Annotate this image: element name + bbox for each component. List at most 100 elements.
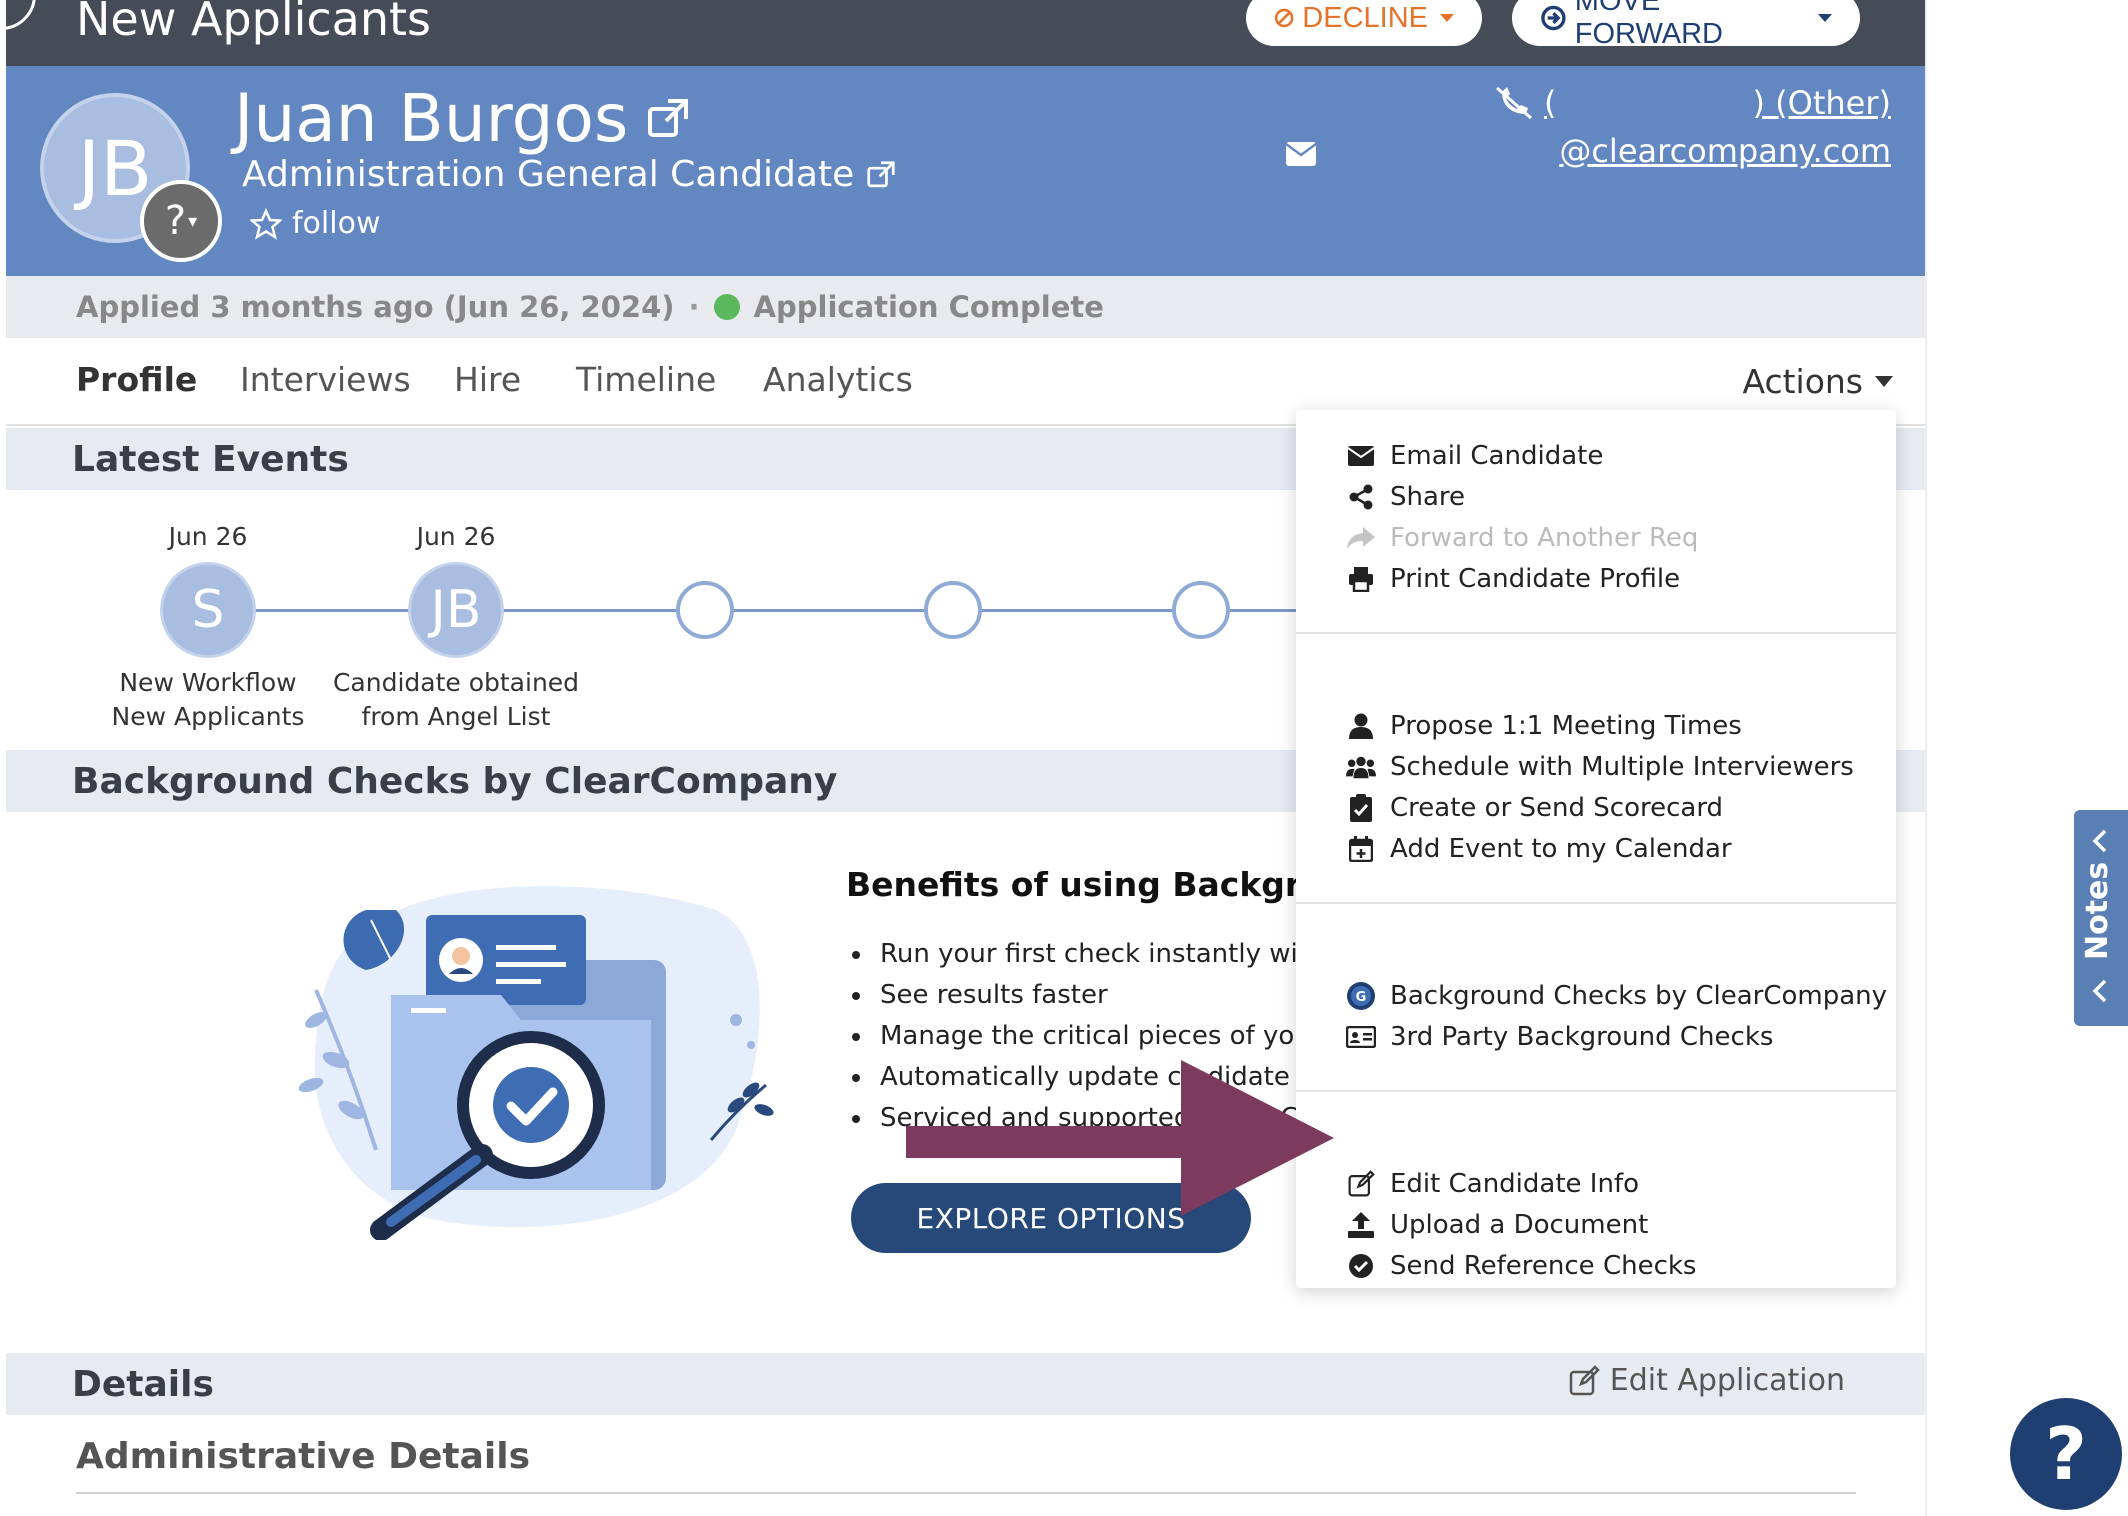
move-forward-label: MOVE FORWARD xyxy=(1574,0,1723,50)
menu-item-label: Email Candidate xyxy=(1390,441,1604,471)
event-label-line2: New Applicants xyxy=(111,702,305,731)
check-circle-icon xyxy=(1346,1251,1376,1281)
menu-item-scorecard[interactable]: Create or Send Scorecard xyxy=(1346,788,1723,828)
status-dot xyxy=(713,294,740,320)
clipboard-check-icon xyxy=(1346,793,1376,823)
events-timeline: Jun 26 S New Workflow New Applicants Jun… xyxy=(6,488,1306,748)
share-icon xyxy=(1346,482,1376,512)
user-icon xyxy=(1346,711,1376,741)
back-button[interactable] xyxy=(0,0,36,30)
latest-events-title: Latest Events xyxy=(72,438,349,480)
event-label-line1: Candidate obtained xyxy=(332,668,580,697)
menu-item-label: Add Event to my Calendar xyxy=(1390,834,1732,864)
edit-application-button[interactable]: Edit Application xyxy=(1568,1363,1845,1398)
application-status-strip: Applied 3 months ago (Jun 26, 2024) · Ap… xyxy=(6,276,1925,338)
menu-item-label: Create or Send Scorecard xyxy=(1390,793,1724,823)
edit-application-label: Edit Application xyxy=(1609,1363,1845,1398)
candidate-role[interactable]: Administration General Candidate xyxy=(242,154,896,195)
stage-title: New Applicants xyxy=(76,0,432,46)
phone-prefix: ( xyxy=(1544,84,1557,122)
actions-dropdown-toggle[interactable]: Actions xyxy=(1742,362,1893,401)
follow-button[interactable]: follow xyxy=(250,206,380,241)
notes-label: Notes xyxy=(2080,861,2115,960)
details-header: Details Edit Application xyxy=(6,1353,1925,1415)
menu-item-email-candidate[interactable]: Email Candidate xyxy=(1346,436,1603,476)
menu-item-add-calendar[interactable]: Add Event to my Calendar xyxy=(1346,829,1732,869)
menu-item-share[interactable]: Share xyxy=(1346,477,1465,517)
actions-menu: Email Candidate Share Forward to Another… xyxy=(1296,410,1896,1288)
avatar-badge-label: ? xyxy=(164,198,187,244)
edit-icon xyxy=(1569,1364,1600,1395)
applied-date: Applied 3 months ago (Jun 26, 2024) xyxy=(76,290,675,324)
candidate-phone[interactable]: ( ) (Other) xyxy=(1494,84,1891,122)
upload-icon xyxy=(1346,1210,1376,1240)
application-status: Application Complete xyxy=(753,290,1104,324)
menu-item-label: Forward to Another Req xyxy=(1390,523,1699,553)
details-title: Details xyxy=(72,1363,214,1405)
chevron-left-icon xyxy=(2092,979,2107,1003)
menu-item-schedule-multiple[interactable]: Schedule with Multiple Interviewers xyxy=(1346,747,1854,787)
administrative-details-title: Administrative Details xyxy=(76,1436,531,1477)
chevron-down-icon xyxy=(1818,14,1832,22)
tab-analytics[interactable]: Analytics xyxy=(763,360,913,399)
event-label-line1: New Workflow xyxy=(119,668,297,697)
menu-item-label: Propose 1:1 Meeting Times xyxy=(1390,711,1742,741)
decline-button[interactable]: DECLINE xyxy=(1246,0,1482,46)
menu-divider xyxy=(1296,632,1896,634)
event-empty-node xyxy=(1172,581,1230,639)
avatar-status-dropdown[interactable]: ? ▾ xyxy=(140,180,222,262)
tab-hire[interactable]: Hire xyxy=(454,360,521,399)
menu-item-label: Background Checks by ClearCompany xyxy=(1390,981,1888,1011)
event-empty-node xyxy=(924,581,982,639)
candidate-name[interactable]: Juan Burgos xyxy=(234,80,690,157)
id-card-icon xyxy=(1346,1022,1376,1052)
phone-slash-icon xyxy=(1496,86,1533,120)
chevron-left-icon xyxy=(2092,829,2107,853)
move-forward-button[interactable]: MOVE FORWARD xyxy=(1512,0,1860,50)
external-link-icon xyxy=(867,160,895,187)
menu-item-label: Print Candidate Profile xyxy=(1390,564,1681,594)
menu-item-label: 3rd Party Background Checks xyxy=(1390,1022,1774,1052)
divider xyxy=(76,1492,1856,1494)
menu-item-print-profile[interactable]: Print Candidate Profile xyxy=(1346,559,1680,599)
menu-item-upload-document[interactable]: Upload a Document xyxy=(1346,1205,1648,1245)
candidate-header: JB ? ▾ Juan Burgos Administration General… xyxy=(6,66,1925,276)
top-bar: New Applicants DECLINE MOVE FORWARD xyxy=(0,0,1925,66)
event-empty-node xyxy=(676,581,734,639)
notes-side-tab[interactable]: Notes xyxy=(2074,810,2128,1026)
event-date: Jun 26 xyxy=(416,522,496,551)
menu-item-label: Upload a Document xyxy=(1390,1210,1649,1240)
clearcompany-logo-icon: G xyxy=(1346,981,1376,1011)
envelope-icon[interactable] xyxy=(1285,142,1317,171)
tab-profile[interactable]: Profile xyxy=(76,360,197,399)
candidate-name-text: Juan Burgos xyxy=(234,80,629,157)
menu-item-label: Share xyxy=(1390,482,1466,512)
star-icon xyxy=(250,207,282,240)
external-link-icon xyxy=(648,98,689,137)
event-label: Candidate obtained from Angel List xyxy=(326,666,586,734)
help-button[interactable]: ? xyxy=(2010,1398,2122,1510)
svg-text:G: G xyxy=(1356,990,1367,1005)
menu-divider xyxy=(1296,1090,1896,1092)
edit-icon xyxy=(1346,1169,1376,1199)
menu-divider xyxy=(1296,902,1896,904)
calendar-plus-icon xyxy=(1346,834,1376,864)
event-date: Jun 26 xyxy=(168,522,248,551)
menu-item-label: Edit Candidate Info xyxy=(1390,1169,1640,1199)
arrow-circle-right-icon xyxy=(1541,5,1566,31)
tab-interviews[interactable]: Interviews xyxy=(240,360,411,399)
menu-item-edit-candidate[interactable]: Edit Candidate Info xyxy=(1346,1164,1639,1204)
envelope-icon xyxy=(1346,441,1376,471)
users-icon xyxy=(1346,752,1376,782)
follow-label: follow xyxy=(292,206,381,241)
menu-item-propose-meeting[interactable]: Propose 1:1 Meeting Times xyxy=(1346,706,1742,746)
print-icon xyxy=(1346,564,1376,594)
actions-label: Actions xyxy=(1742,362,1863,401)
menu-item-3rd-party-background[interactable]: 3rd Party Background Checks xyxy=(1346,1017,1773,1057)
menu-item-clearcompany-background[interactable]: G Background Checks by ClearCompany xyxy=(1346,976,1887,1016)
candidate-email[interactable]: @clearcompany.com xyxy=(1559,132,1891,170)
menu-item-reference-checks[interactable]: Send Reference Checks xyxy=(1346,1246,1696,1286)
tab-timeline[interactable]: Timeline xyxy=(576,360,716,399)
event-node[interactable]: JB xyxy=(408,562,504,658)
event-node[interactable]: S xyxy=(160,562,256,658)
